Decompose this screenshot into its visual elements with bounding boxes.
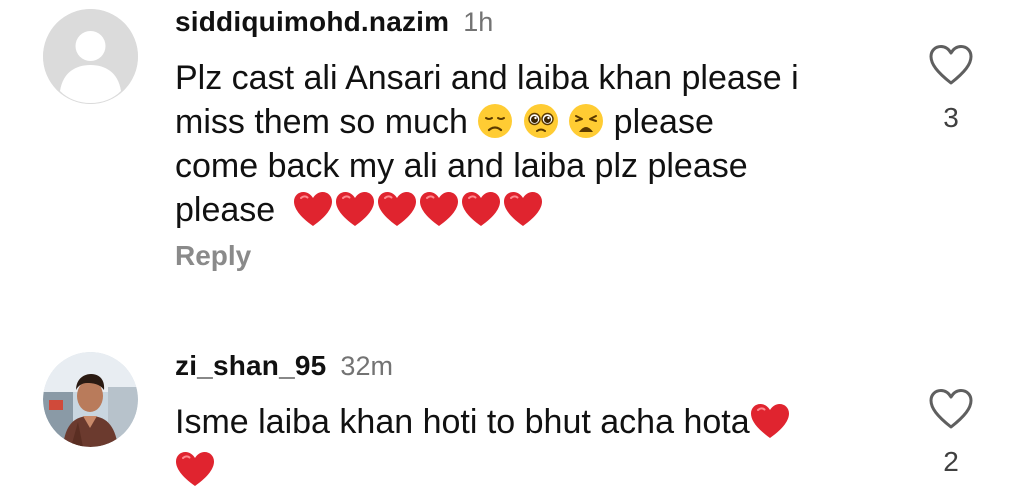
comment-meta: zi_shan_95 32m (175, 350, 393, 382)
like-button[interactable] (928, 388, 974, 430)
reply-button[interactable]: Reply (175, 240, 251, 272)
red-heart-icon (503, 191, 543, 227)
username[interactable]: zi_shan_95 (175, 350, 326, 382)
comment-meta: siddiquimohd.nazim 1h (175, 6, 493, 38)
red-heart-icon (377, 191, 417, 227)
like-button[interactable] (928, 44, 974, 86)
comment-line: Plz cast ali Ansari and laiba khan pleas… (175, 56, 895, 100)
text-segment: come back my ali and laiba plz please (175, 147, 748, 185)
timestamp: 32m (340, 351, 393, 381)
pleading-face-icon (523, 104, 558, 139)
text-segment: please (175, 191, 276, 229)
comment-text: Isme laiba khan hoti to bhut acha hota (175, 400, 895, 492)
disappointed-face-icon (478, 104, 513, 139)
like-count: 2 (943, 446, 959, 477)
comment-line: Isme laiba khan hoti to bhut acha hota (175, 400, 895, 444)
comment-line (175, 448, 895, 492)
text-segment: please (613, 103, 714, 141)
comment-line: miss them so much please (175, 100, 895, 144)
red-heart-icon (461, 191, 501, 227)
comment-item: zi_shan_95 32m Isme laiba khan hoti to b… (0, 340, 1024, 503)
red-heart-icon (419, 191, 459, 227)
text-segment: Isme laiba khan hoti to bhut acha hota (175, 403, 750, 441)
heart-outline-icon (929, 45, 973, 85)
comment-line: please (175, 188, 895, 232)
heart-emoji-group (285, 191, 543, 229)
timestamp: 1h (463, 7, 494, 37)
red-heart-icon (335, 191, 375, 227)
comment-text: Plz cast ali Ansari and laiba khan pleas… (175, 56, 895, 232)
heart-emoji-group (175, 451, 215, 489)
text-segment: Plz cast ali Ansari and laiba khan pleas… (175, 59, 799, 97)
red-heart-icon (175, 451, 215, 487)
comment-item: siddiquimohd.nazim 1h Plz cast ali Ansar… (0, 0, 1024, 300)
red-heart-icon (293, 191, 333, 227)
heart-emoji-group (750, 403, 790, 441)
avatar[interactable] (43, 9, 138, 104)
red-heart-icon (750, 403, 790, 439)
comment-line: come back my ali and laiba plz please (175, 144, 895, 188)
like-count: 3 (943, 102, 959, 133)
default-avatar-icon (43, 9, 138, 104)
weary-face-icon (569, 104, 604, 139)
heart-outline-icon (929, 389, 973, 429)
username[interactable]: siddiquimohd.nazim (175, 6, 449, 38)
avatar[interactable] (43, 352, 138, 447)
user-photo-avatar (43, 352, 138, 447)
text-segment: miss them so much (175, 103, 468, 141)
